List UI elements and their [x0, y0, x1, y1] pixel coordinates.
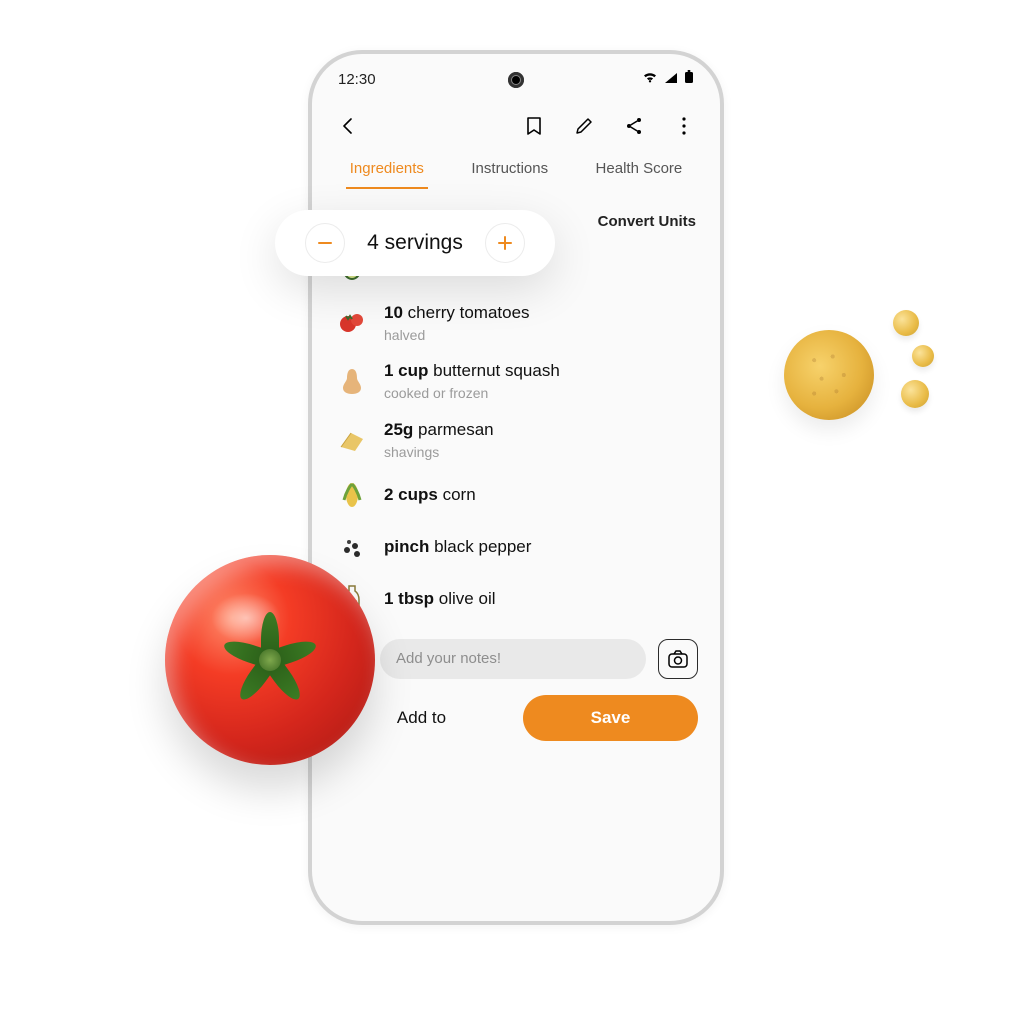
- edit-button[interactable]: [570, 112, 598, 140]
- bottom-actions: Add to Save: [312, 679, 720, 761]
- ingredient-text: pinch black pepper: [384, 536, 531, 558]
- status-time: 12:30: [338, 71, 376, 88]
- wifi-icon: [642, 70, 658, 88]
- battery-icon: [684, 70, 694, 88]
- save-button[interactable]: Save: [523, 695, 698, 741]
- ingredient-text: 1 cup butternut squash: [384, 360, 560, 382]
- tab-ingredients[interactable]: Ingredients: [346, 152, 428, 189]
- ingredient-text: 2 cups corn: [384, 484, 476, 506]
- back-button[interactable]: [334, 112, 362, 140]
- list-item[interactable]: 10 cherry tomatoes halved: [334, 294, 702, 352]
- more-button[interactable]: [670, 112, 698, 140]
- convert-units-button[interactable]: Convert Units: [598, 213, 696, 230]
- squash-icon: [334, 363, 370, 399]
- bookmark-button[interactable]: [520, 112, 548, 140]
- parmesan-icon: [334, 422, 370, 458]
- servings-increase-button[interactable]: [485, 223, 525, 263]
- list-item[interactable]: pinch black pepper: [334, 521, 702, 573]
- servings-label: 4 servings: [367, 231, 463, 255]
- list-item[interactable]: 1 cup butternut squash cooked or frozen: [334, 352, 702, 410]
- ingredient-subtext: shavings: [384, 443, 494, 461]
- tab-health-score[interactable]: Health Score: [592, 152, 687, 189]
- ingredient-subtext: halved: [384, 326, 530, 344]
- ingredient-list: 1 avocado 10 cherry tomatoes halved 1 cu…: [312, 240, 720, 625]
- ingredient-subtext: cooked or frozen: [384, 384, 560, 402]
- tab-bar: Ingredients Instructions Health Score: [312, 148, 720, 189]
- app-toolbar: [312, 98, 720, 148]
- servings-stepper: 4 servings: [275, 210, 555, 276]
- servings-decrease-button[interactable]: [305, 223, 345, 263]
- list-item[interactable]: 1 tbsp olive oil: [334, 573, 702, 625]
- ingredient-text: 1 tbsp olive oil: [384, 588, 496, 610]
- corn-icon: [334, 477, 370, 513]
- ingredient-text: 25g parmesan: [384, 419, 494, 441]
- share-button[interactable]: [620, 112, 648, 140]
- phone-frame: 12:30: [308, 50, 724, 925]
- phone-camera: [508, 72, 524, 88]
- notes-input[interactable]: Add your notes!: [380, 639, 646, 679]
- list-item[interactable]: 25g parmesan shavings: [334, 411, 702, 469]
- pepper-icon: [334, 529, 370, 565]
- list-item[interactable]: 2 cups corn: [334, 469, 702, 521]
- ingredient-text: 10 cherry tomatoes: [384, 302, 530, 324]
- signal-icon: [664, 71, 678, 88]
- decor-corn: [784, 310, 934, 440]
- camera-button[interactable]: [658, 639, 698, 679]
- decor-tomato: [165, 555, 375, 765]
- tab-instructions[interactable]: Instructions: [467, 152, 552, 189]
- tomato-icon: [334, 305, 370, 341]
